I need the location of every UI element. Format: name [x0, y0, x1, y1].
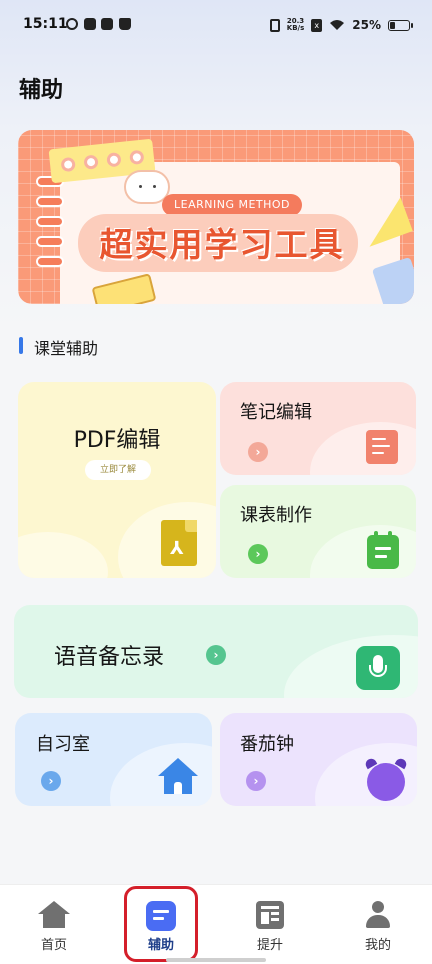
arrow-right-icon: › [41, 771, 61, 791]
banner-title: 超实用学习工具 [99, 225, 345, 264]
vibrate-icon [269, 18, 280, 32]
nav-me-label: 我的 [364, 938, 391, 953]
page-title: 辅助 [19, 78, 64, 103]
x-app-icon: x [311, 18, 323, 32]
section-marker [19, 337, 23, 354]
pdf-edit-label: PDF编辑 [73, 428, 161, 453]
voice-memo-card[interactable]: 语音备忘录 › [14, 605, 418, 698]
active-tab-highlight [124, 886, 198, 962]
battery-percent: 25% [352, 18, 381, 32]
nav-home[interactable]: 首页 [0, 885, 108, 964]
arrow-right-icon: › [246, 771, 266, 791]
section-title: 课堂辅助 [34, 339, 99, 358]
bottom-navigation: 首页 辅助 提升 我的 [0, 884, 432, 964]
person-icon [362, 901, 394, 929]
dashboard-icon [256, 901, 284, 929]
notification-play-icon [84, 18, 96, 30]
learn-more-button[interactable]: 立即了解 [85, 460, 151, 480]
pomodoro-label: 番茄钟 [240, 734, 294, 755]
note-edit-icon [366, 430, 398, 464]
schedule-card[interactable]: 课表制作 › [220, 485, 416, 578]
status-time: 15:11 [23, 16, 68, 32]
house-icon [158, 758, 198, 794]
study-room-label: 自习室 [36, 734, 90, 755]
note-edit-card[interactable]: 笔记编辑 › [220, 382, 416, 475]
arrow-right-icon: › [248, 544, 268, 564]
schedule-label: 课表制作 [240, 505, 312, 526]
notification-crown-icon [119, 18, 131, 30]
pdf-edit-card[interactable]: PDF编辑 立即了解 ⅄ [18, 382, 216, 578]
status-bar: 15:11 20.3 KB/s x 25% [0, 0, 432, 50]
microphone-icon [356, 646, 400, 690]
voice-memo-label: 语音备忘录 [54, 645, 165, 670]
wifi-icon [330, 20, 345, 30]
banner-notebook-rings [36, 176, 66, 276]
notification-app-icon [66, 18, 78, 30]
home-indicator[interactable] [166, 958, 266, 962]
network-speed: 20.3 KB/s [286, 17, 305, 32]
battery-fill [390, 21, 395, 29]
nav-improve-label: 提升 [256, 938, 283, 953]
notification-message-icon [101, 18, 113, 30]
alarm-clock-icon [367, 763, 405, 801]
nav-improve[interactable]: 提升 [216, 885, 324, 964]
study-room-card[interactable]: 自习室 › [15, 713, 212, 806]
battery-icon [388, 19, 413, 31]
pdf-file-icon: ⅄ [161, 520, 197, 566]
promo-banner[interactable]: LEARNING METHOD 超实用学习工具 [18, 130, 414, 304]
banner-badge: LEARNING METHOD [162, 194, 303, 216]
calendar-icon [367, 531, 399, 569]
arrow-right-icon: › [248, 442, 268, 462]
nav-home-label: 首页 [40, 938, 67, 953]
note-edit-label: 笔记编辑 [240, 402, 312, 423]
pomodoro-card[interactable]: 番茄钟 › [220, 713, 417, 806]
nav-me[interactable]: 我的 [324, 885, 432, 964]
home-icon [38, 901, 70, 929]
arrow-right-icon: › [206, 645, 226, 665]
